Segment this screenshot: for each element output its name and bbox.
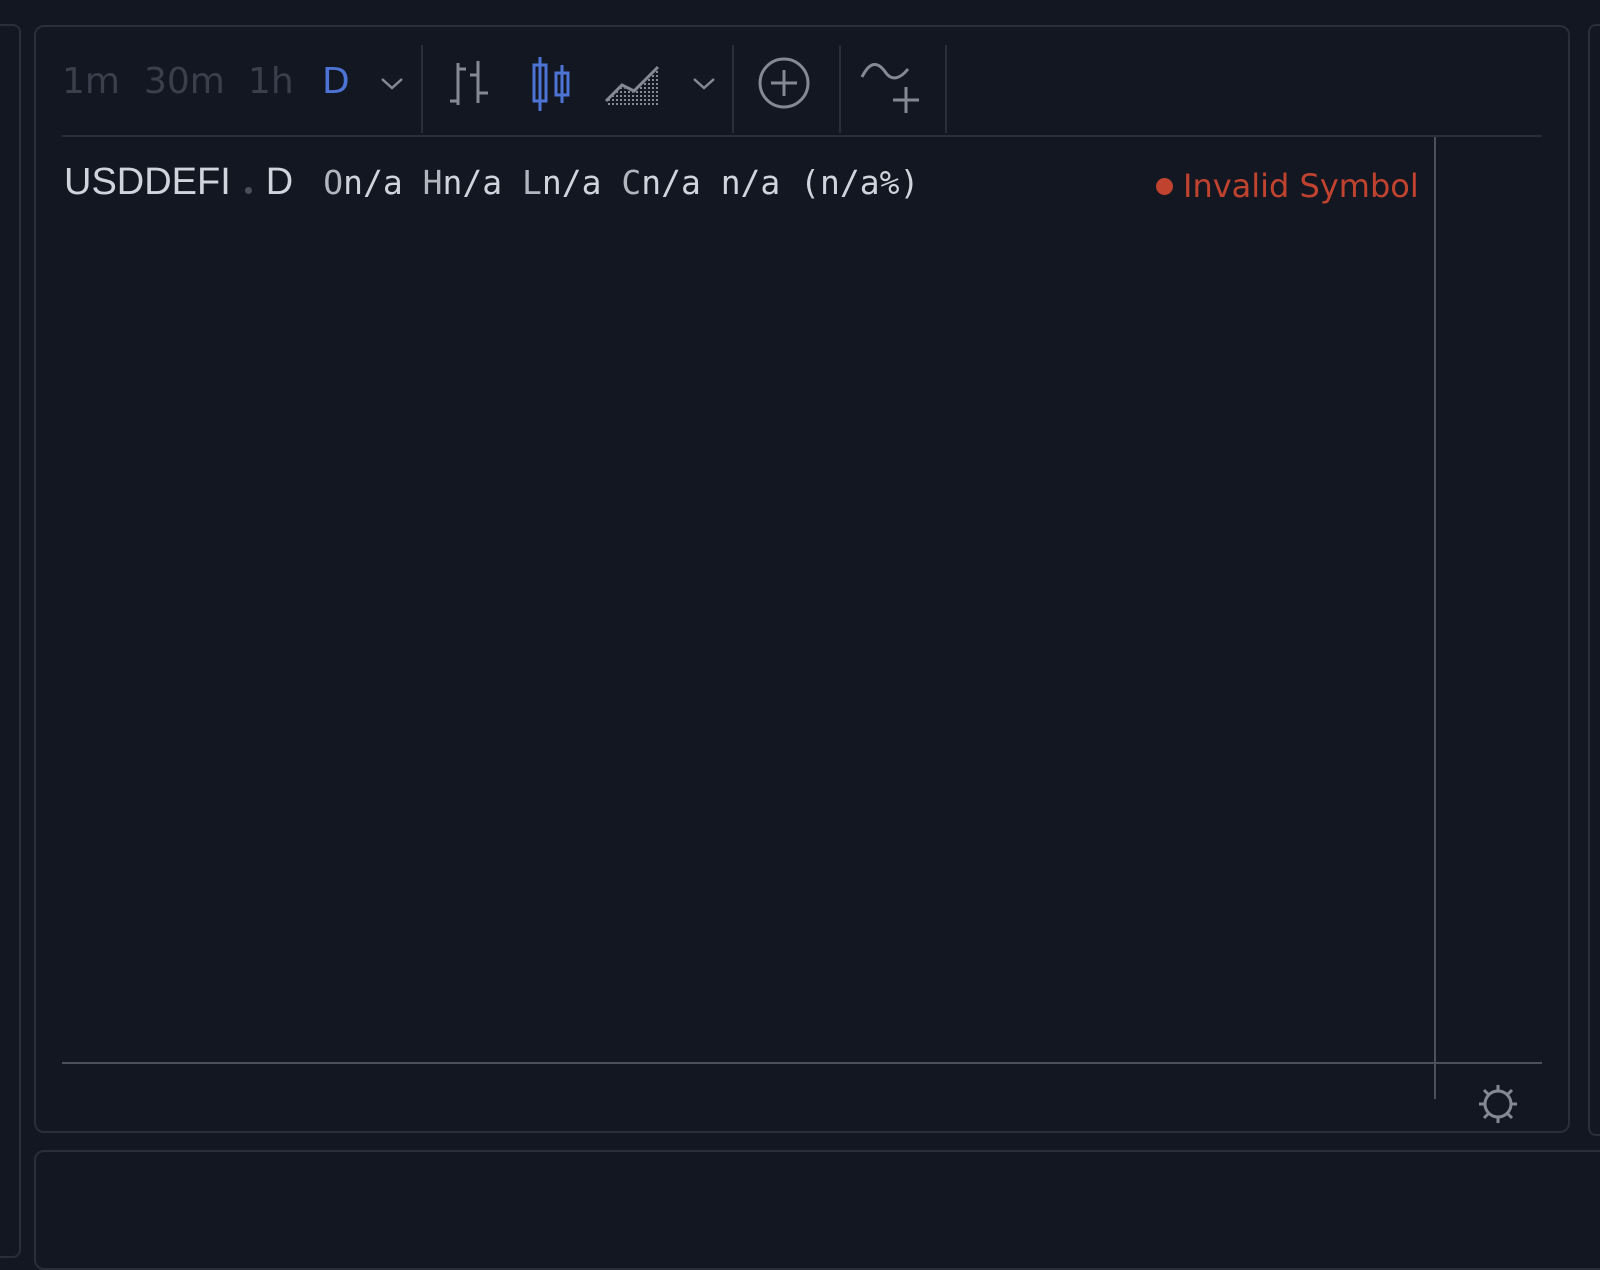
timeframe-1m[interactable]: 1m [62, 61, 120, 102]
low-value: n/a [541, 163, 602, 202]
gear-icon[interactable] [1476, 1082, 1520, 1130]
timeframe-d[interactable]: D [322, 61, 350, 102]
change-value: n/a (n/a%) [720, 163, 920, 202]
chart-panel: 1m 30m 1h D USDDEFI D On/a Hn/a Ln/a Cn/… [34, 25, 1570, 1133]
high-label: H [422, 163, 443, 202]
area-chart-icon[interactable] [604, 59, 662, 113]
left-panel-edge [0, 24, 21, 1258]
add-symbol-icon[interactable] [756, 55, 812, 115]
lower-panel [34, 1150, 1600, 1270]
toolbar-divider [421, 45, 423, 133]
indicators-icon[interactable] [860, 57, 924, 119]
timeframe-dropdown-chevron-icon[interactable] [378, 69, 406, 101]
bar-chart-icon[interactable] [446, 57, 496, 115]
invalid-symbol-text: Invalid Symbol [1183, 167, 1419, 205]
toolbar-divider [945, 45, 947, 133]
close-value: n/a [641, 163, 701, 202]
symbol-name[interactable]: USDDEFI [64, 161, 231, 204]
status-dot-icon [1156, 177, 1173, 195]
chart-type-dropdown-chevron-icon[interactable] [690, 69, 718, 101]
toolbar-divider [839, 45, 841, 133]
invalid-symbol-status: Invalid Symbol [1156, 167, 1419, 205]
close-label: C [621, 163, 642, 202]
open-value: n/a [343, 163, 403, 202]
timeframe-30m[interactable]: 30m [144, 61, 225, 102]
price-axis-border [1434, 137, 1436, 1099]
legend-separator-dot [244, 187, 252, 194]
low-label: L [521, 163, 542, 202]
right-panel-edge [1588, 24, 1600, 1136]
open-label: O [323, 163, 344, 202]
chart-legend: USDDEFI D On/a Hn/a Ln/a Cn/a n/a (n/a%) [64, 161, 919, 211]
timeframe-1h[interactable]: 1h [248, 61, 294, 102]
high-value: n/a [442, 163, 503, 202]
candlestick-icon[interactable] [528, 55, 574, 117]
ohlc-values: On/a Hn/a Ln/a Cn/a n/a (n/a%) [323, 163, 919, 202]
legend-interval: D [265, 161, 294, 203]
time-axis-border [62, 1062, 1542, 1064]
chart-toolbar: 1m 30m 1h D [62, 45, 1542, 137]
toolbar-divider [732, 45, 734, 133]
